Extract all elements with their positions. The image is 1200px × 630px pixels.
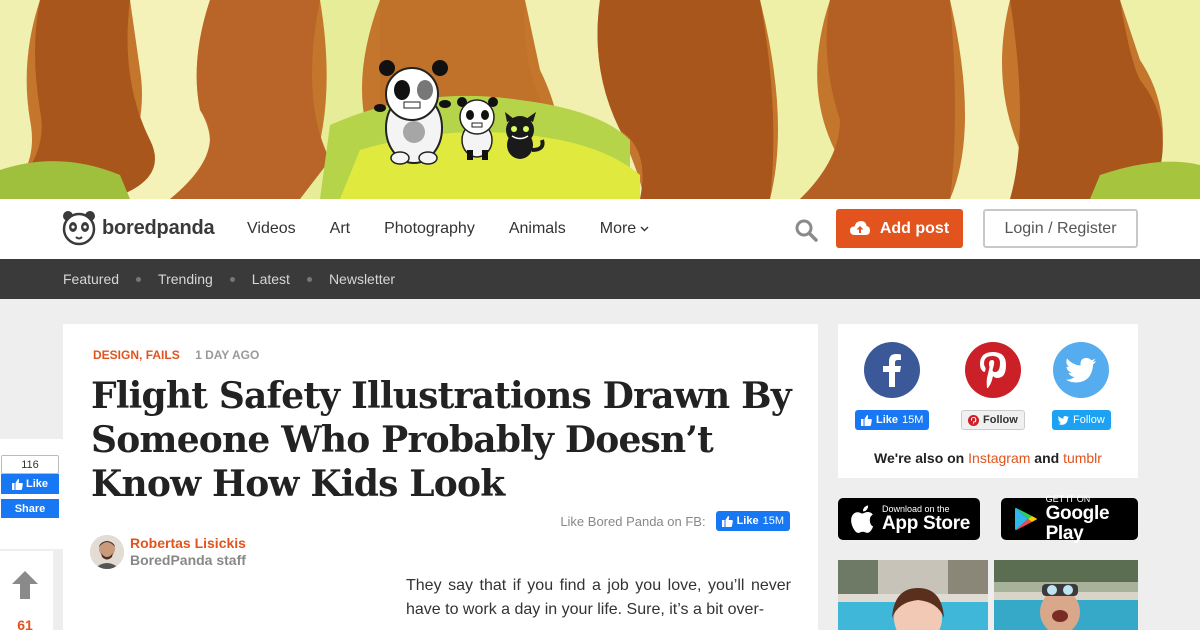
category-link-fails[interactable]: FAILS bbox=[146, 348, 180, 362]
category-separator: , bbox=[139, 348, 143, 362]
thumbnail-image bbox=[838, 560, 988, 630]
fb-page-like: Like Bored Panda on FB: Like 15M bbox=[560, 511, 790, 531]
subnav-item-featured[interactable]: Featured bbox=[63, 271, 119, 287]
logo-text: boredpanda bbox=[102, 216, 215, 239]
google-play-icon bbox=[1015, 507, 1038, 531]
author-name[interactable]: Robertas Lisickis bbox=[130, 535, 246, 552]
also-on-text: We're also on Instagram and tumblr bbox=[838, 450, 1138, 466]
pinterest-follow-button[interactable]: Follow bbox=[961, 410, 1025, 430]
pinterest-icon[interactable] bbox=[964, 342, 1021, 398]
facebook-icon[interactable] bbox=[864, 342, 921, 398]
sidebar-thumbnail[interactable] bbox=[838, 560, 988, 630]
thumbnail-image bbox=[994, 560, 1138, 630]
panda-logo-icon bbox=[62, 211, 96, 246]
thumbs-up-icon bbox=[11, 478, 23, 490]
sidebar-thumbnail[interactable] bbox=[994, 560, 1138, 630]
chevron-down-icon bbox=[640, 226, 649, 232]
instagram-link[interactable]: Instagram bbox=[968, 450, 1030, 466]
author-block: Robertas Lisickis BoredPanda staff bbox=[90, 535, 246, 569]
article-title: Flight Safety Illustrations Drawn By Som… bbox=[91, 375, 792, 505]
fb-like-button[interactable]: Like bbox=[1, 474, 59, 494]
article-intro-text: They say that if you find a job you love… bbox=[406, 577, 791, 618]
facebook-like-button[interactable]: Like 15M bbox=[855, 410, 930, 430]
twitter-follow: Follow bbox=[1052, 342, 1111, 430]
facebook-like-count: 15M bbox=[902, 414, 924, 426]
nav-item-art[interactable]: Art bbox=[330, 220, 350, 238]
thumbs-up-icon bbox=[861, 414, 872, 426]
fb-page-like-button[interactable]: Like 15M bbox=[715, 511, 790, 531]
add-post-button[interactable]: Add post bbox=[836, 209, 963, 248]
also-on-and: and bbox=[1034, 450, 1060, 466]
subnav-separator bbox=[136, 276, 142, 282]
twitter-small-icon bbox=[1058, 415, 1069, 425]
pinterest-p-glyph bbox=[979, 352, 1006, 388]
subnav-separator bbox=[229, 276, 235, 282]
twitter-bird-glyph bbox=[1066, 357, 1097, 382]
google-play-big-text: Google Play bbox=[1045, 503, 1110, 544]
vote-rail: 61 bbox=[0, 551, 53, 630]
nav-more-label: More bbox=[599, 220, 637, 237]
main-nav: Videos Art Photography Animals More bbox=[247, 199, 683, 259]
search-icon[interactable] bbox=[794, 218, 818, 242]
upload-cloud-icon bbox=[849, 221, 870, 235]
facebook-like-label: Like bbox=[876, 414, 899, 426]
twitter-icon[interactable] bbox=[1053, 342, 1110, 398]
site-logo[interactable]: boredpanda bbox=[62, 209, 215, 247]
facebook-follow: Like 15M bbox=[855, 342, 930, 430]
subnav-item-trending[interactable]: Trending bbox=[158, 271, 213, 287]
login-register-button[interactable]: Login / Register bbox=[983, 209, 1138, 248]
apple-icon bbox=[851, 505, 874, 533]
vote-count: 61 bbox=[17, 617, 33, 630]
app-store-big-text: App Store bbox=[882, 513, 971, 534]
hero-illustration bbox=[0, 0, 1200, 199]
app-store-badge[interactable]: Download on the App Store bbox=[838, 498, 980, 540]
author-info: Robertas Lisickis BoredPanda staff bbox=[130, 535, 246, 569]
fb-like-label: Like bbox=[25, 478, 48, 490]
add-post-label: Add post bbox=[879, 219, 950, 237]
twitter-follow-button[interactable]: Follow bbox=[1052, 410, 1111, 430]
pinterest-follow-label: Follow bbox=[983, 414, 1018, 426]
google-play-text: GET IT ON Google Play bbox=[1046, 494, 1138, 544]
fb-page-like-count: 15M bbox=[762, 515, 784, 527]
also-on-prefix: We're also on bbox=[874, 450, 965, 466]
nav-item-animals[interactable]: Animals bbox=[509, 220, 566, 238]
fb-share-button[interactable]: Share bbox=[1, 499, 59, 518]
subnav-item-latest[interactable]: Latest bbox=[252, 271, 290, 287]
share-rail: 116 Like Share bbox=[0, 439, 63, 549]
article-card: DESIGN, FAILS 1 DAY AGO Flight Safety Il… bbox=[63, 324, 818, 630]
tumblr-link[interactable]: tumblr bbox=[1063, 450, 1102, 466]
author-avatar[interactable] bbox=[90, 535, 124, 569]
fb-like-count: 116 bbox=[1, 455, 59, 474]
author-photo bbox=[90, 535, 124, 569]
subnav-item-newsletter[interactable]: Newsletter bbox=[329, 271, 395, 287]
post-time: 1 DAY AGO bbox=[195, 348, 260, 362]
nav-item-more[interactable]: More bbox=[600, 220, 649, 238]
subnav-separator bbox=[306, 276, 312, 282]
upvote-arrow-icon[interactable] bbox=[12, 571, 38, 599]
app-store-text: Download on the App Store bbox=[882, 504, 970, 534]
thumbs-up-icon bbox=[721, 515, 733, 527]
author-role: BoredPanda staff bbox=[130, 552, 246, 568]
google-play-badge[interactable]: GET IT ON Google Play bbox=[1001, 494, 1138, 544]
article-meta: DESIGN, FAILS 1 DAY AGO bbox=[93, 348, 259, 362]
sub-nav: Featured Trending Latest Newsletter bbox=[0, 259, 1200, 299]
social-follow-card: Like 15M Follow Follow We're also on Ins… bbox=[838, 324, 1138, 478]
facebook-f-glyph bbox=[883, 354, 902, 387]
pinterest-small-icon bbox=[968, 414, 979, 426]
nav-item-photography[interactable]: Photography bbox=[384, 220, 475, 238]
hero-banner bbox=[0, 0, 1200, 199]
nav-item-videos[interactable]: Videos bbox=[247, 220, 296, 238]
pinterest-follow: Follow bbox=[961, 342, 1025, 430]
fb-like-prompt: Like Bored Panda on FB: bbox=[560, 513, 706, 529]
twitter-follow-label: Follow bbox=[1073, 414, 1105, 426]
category-link-design[interactable]: DESIGN bbox=[93, 348, 139, 362]
fb-page-like-label: Like bbox=[736, 515, 759, 527]
main-header: boredpanda Videos Art Photography Animal… bbox=[0, 199, 1200, 259]
